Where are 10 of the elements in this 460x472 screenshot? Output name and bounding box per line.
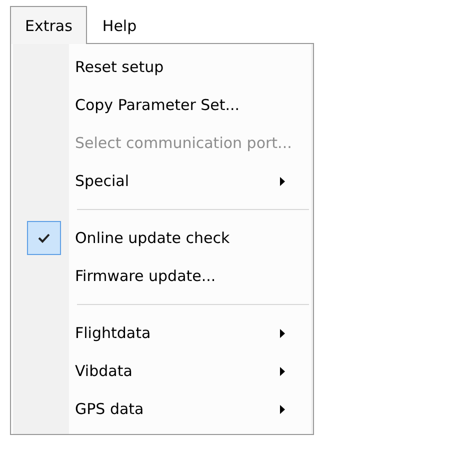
menu-item[interactable]: Vibdata [75, 362, 280, 380]
menu-item[interactable]: Reset setup [75, 58, 311, 76]
menu-tab[interactable]: Extras [10, 6, 88, 44]
menu-item[interactable]: Online update check [75, 229, 311, 247]
menu-tab[interactable]: Help [87, 6, 152, 44]
menu-item[interactable]: Special [75, 172, 280, 190]
menu-item[interactable]: Flightdata [75, 324, 280, 342]
menu-item[interactable]: GPS data [75, 400, 280, 418]
menu-item[interactable]: Firmware update... [75, 267, 311, 285]
menu-item[interactable]: Copy Parameter Set... [75, 96, 311, 114]
